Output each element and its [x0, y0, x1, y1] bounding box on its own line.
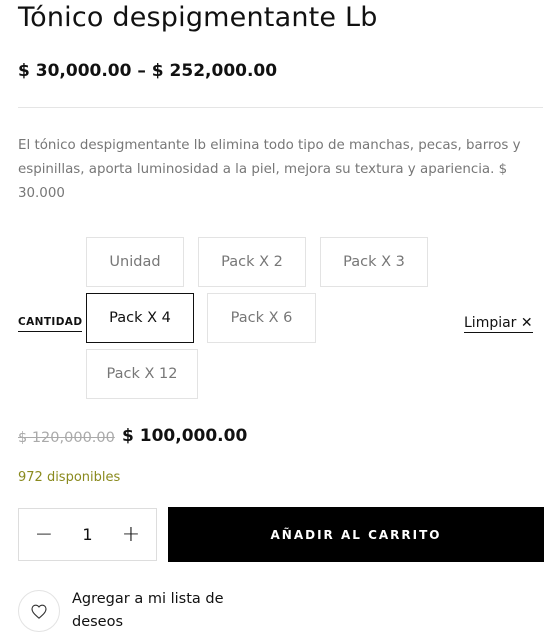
product-title: Tónico despigmentante Lb — [18, 2, 378, 33]
increase-quantity-button[interactable]: + — [106, 509, 156, 560]
variation-option-pack-x4[interactable]: Pack X 4 — [86, 293, 194, 343]
heart-icon — [31, 604, 47, 619]
price-range: $ 30,000.00 – $ 252,000.00 — [18, 61, 278, 81]
decrease-quantity-button[interactable]: − — [19, 509, 69, 560]
variation-option-pack-x6[interactable]: Pack X 6 — [207, 293, 316, 343]
product-description: El tónico despigmentante lb elimina todo… — [18, 138, 521, 201]
quantity-input[interactable]: 1 — [82, 525, 92, 544]
variation-option-pack-x2[interactable]: Pack X 2 — [198, 237, 306, 287]
old-price: $ 120,000.00 — [18, 430, 115, 446]
add-to-cart-button[interactable]: AÑADIR AL CARRITO — [168, 507, 544, 562]
variation-option-pack-x3[interactable]: Pack X 3 — [320, 237, 428, 287]
sale-price: $ 100,000.00 — [122, 426, 248, 446]
variation-option-pack-x12[interactable]: Pack X 12 — [86, 349, 198, 399]
quantity-stepper: − 1 + — [18, 508, 157, 561]
wishlist-button[interactable] — [18, 590, 60, 632]
variation-option-unidad[interactable]: Unidad — [86, 237, 184, 287]
clear-variations-link[interactable]: Limpiar ✕ — [464, 315, 533, 333]
stock-status: 972 disponibles — [18, 470, 121, 485]
divider — [18, 107, 543, 108]
wishlist-label[interactable]: Agregar a mi lista de deseos — [72, 588, 262, 634]
variation-label: CANTIDAD — [18, 316, 83, 332]
